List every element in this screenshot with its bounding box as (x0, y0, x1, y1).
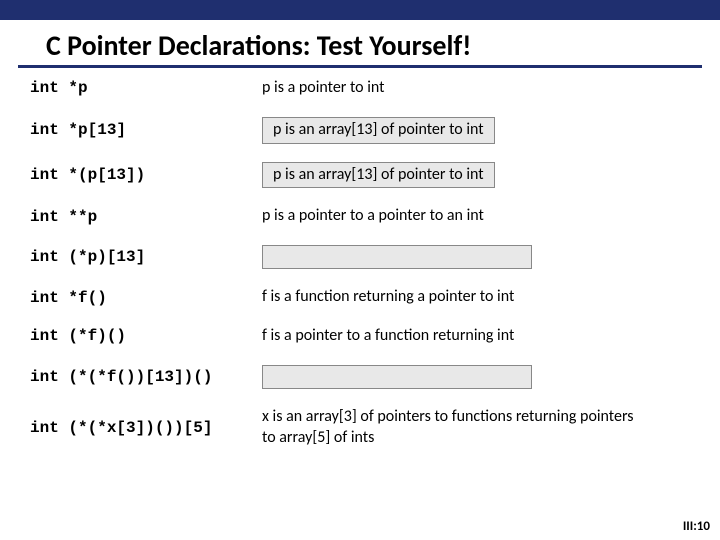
table-row: int *p p is a pointer to int (30, 78, 690, 99)
table-row: int **p p is a pointer to a pointer to a… (30, 206, 690, 227)
table-row: int (*(*x[3])())[5] x is an array[3] of … (30, 407, 690, 449)
code-cell: int (*(*f())[13])() (30, 368, 262, 386)
explanation-cell: f is a function returning a pointer to i… (262, 287, 514, 308)
code-cell: int *f() (30, 289, 262, 307)
table-row: int *p[13] p is an array[13] of pointer … (30, 117, 690, 144)
code-cell: int *p[13] (30, 121, 262, 139)
declarations-table: int *p p is a pointer to int int *p[13] … (0, 68, 720, 448)
explanation-cell: p is a pointer to a pointer to an int (262, 206, 484, 227)
code-cell: int *p (30, 79, 262, 97)
explanation-cell: x is an array[3] of pointers to function… (262, 407, 642, 449)
explanation-cell: p is an array[13] of pointer to int (262, 162, 495, 189)
code-cell: int **p (30, 208, 262, 226)
explanation-cell: f is a pointer to a function returning i… (262, 326, 514, 347)
explanation-hidden (262, 365, 532, 389)
table-row: int (*p)[13] (30, 245, 690, 269)
code-cell: int (*f)() (30, 327, 262, 345)
page-title: C Pointer Declarations: Test Yourself! (18, 20, 702, 68)
table-row: int *f() f is a function returning a poi… (30, 287, 690, 308)
table-row: int *(p[13]) p is an array[13] of pointe… (30, 162, 690, 189)
explanation-hidden (262, 245, 532, 269)
code-cell: int (*(*x[3])())[5] (30, 419, 262, 437)
code-cell: int *(p[13]) (30, 166, 262, 184)
table-row: int (*f)() f is a pointer to a function … (30, 326, 690, 347)
table-row: int (*(*f())[13])() (30, 365, 690, 389)
explanation-cell: p is a pointer to int (262, 78, 385, 99)
page-number: III:10 (683, 519, 710, 534)
top-bar (0, 0, 720, 20)
explanation-cell: p is an array[13] of pointer to int (262, 117, 495, 144)
code-cell: int (*p)[13] (30, 248, 262, 266)
